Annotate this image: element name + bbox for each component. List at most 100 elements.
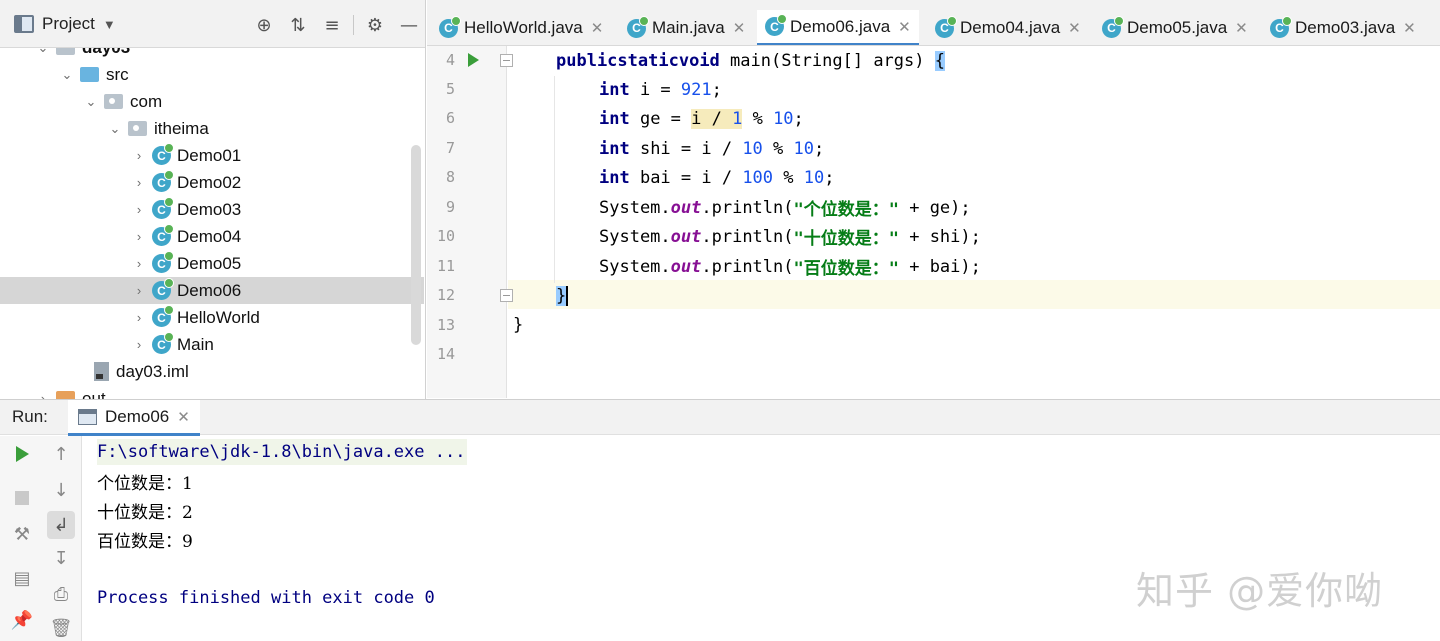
print-icon[interactable]: ⎙ <box>47 580 75 608</box>
gear-icon[interactable]: ⚙ <box>358 12 392 38</box>
java-class-icon: C <box>152 332 174 354</box>
tree-item-out[interactable]: › out <box>0 385 424 400</box>
close-icon[interactable]: ✕ <box>1403 19 1416 37</box>
tab-main-java[interactable]: C Main.java ✕ <box>627 10 746 45</box>
minimize-icon[interactable]: — <box>392 12 425 38</box>
code-token: % <box>773 167 804 188</box>
stop-icon[interactable] <box>8 484 36 512</box>
chevron-down-icon[interactable]: ⌄ <box>108 121 122 136</box>
locate-crosshair-icon[interactable]: ⊕ <box>247 12 281 38</box>
code-line-13[interactable]: } <box>513 310 523 339</box>
line-number: 8 <box>445 168 455 186</box>
tree-item-label: HelloWorld <box>177 307 260 327</box>
code-line-4[interactable]: public static void main(String[] args) { <box>556 46 945 75</box>
tree-item-demo02[interactable]: › C Demo02 <box>0 169 424 196</box>
tree-item-label: Demo03 <box>177 199 242 219</box>
run-panel-header: Run: Demo06 ✕ <box>0 399 1440 436</box>
tree-item-demo06[interactable]: › C Demo06 <box>0 277 424 304</box>
chevron-right-icon[interactable]: › <box>132 229 146 244</box>
project-panel-header: Project ▼ ⊕ ⇅ ≡ ⚙ — <box>0 0 425 48</box>
tree-item-com[interactable]: ⌄ com <box>0 88 424 115</box>
expand-all-icon[interactable]: ⇅ <box>281 12 315 38</box>
tab-demo04-java[interactable]: C Demo04.java ✕ <box>935 10 1081 45</box>
close-icon[interactable]: ✕ <box>1235 19 1248 37</box>
tree-item-label: src <box>106 64 129 84</box>
line-number: 6 <box>445 109 455 127</box>
pin-icon[interactable]: 📌 <box>8 606 36 634</box>
trash-icon[interactable]: 🗑 <box>47 614 75 641</box>
up-arrow-icon[interactable]: ↑ <box>47 440 75 468</box>
tree-item-demo01[interactable]: › C Demo01 <box>0 142 424 169</box>
code-editor[interactable]: 4 5 6 7 8 9 10 11 12 13 14 public static… <box>427 46 1440 398</box>
fold-icon[interactable] <box>500 289 513 302</box>
chevron-down-icon[interactable]: ⌄ <box>60 67 74 82</box>
soft-wrap-icon[interactable]: ↲ <box>47 511 75 539</box>
console-command-line: F:\software\jdk-1.8\bin\java.exe ... <box>97 439 468 465</box>
code-line-7[interactable]: int shi = i / 10 % 10; <box>599 134 824 163</box>
line-number: 12 <box>436 286 455 304</box>
run-tab-label: Demo06 <box>105 406 170 426</box>
down-arrow-icon[interactable]: ↓ <box>47 476 75 504</box>
tree-item-main[interactable]: › C Main <box>0 331 424 358</box>
code-line-12[interactable]: } <box>556 281 569 310</box>
tree-item-itheima[interactable]: ⌄ itheima <box>0 115 424 142</box>
project-scrollbar[interactable] <box>411 145 421 345</box>
code-token: System. <box>599 256 671 277</box>
chevron-right-icon[interactable]: › <box>132 202 146 217</box>
collapse-all-icon[interactable]: ≡ <box>315 12 349 38</box>
code-token: "十位数是：" <box>793 229 899 249</box>
dropdown-arrow-icon[interactable]: ▼ <box>103 17 116 32</box>
close-icon[interactable]: ✕ <box>733 19 746 37</box>
tree-item-label: com <box>130 91 163 111</box>
java-class-icon: C <box>152 170 174 192</box>
layout-icon[interactable]: ▤ <box>8 564 36 592</box>
code-token: + shi); <box>898 226 981 247</box>
tree-item-helloworld[interactable]: › C HelloWorld <box>0 304 424 331</box>
code-token: % <box>762 138 794 159</box>
code-line-10[interactable]: System. out .println("十位数是：" + shi); <box>599 222 981 251</box>
code-token: out <box>670 256 702 277</box>
code-token: i / <box>691 108 733 129</box>
tab-helloworld-java[interactable]: C HelloWorld.java ✕ <box>439 10 604 45</box>
project-view-selector[interactable]: Project ▼ <box>14 12 116 36</box>
code-line-9[interactable]: System. out .println("个位数是：" + ge); <box>599 193 971 222</box>
code-token: i = <box>629 79 681 100</box>
tab-demo06-java[interactable]: C Demo06.java ✕ <box>757 10 919 45</box>
tree-item-src[interactable]: ⌄ src <box>0 61 424 88</box>
chevron-right-icon[interactable]: › <box>132 283 146 298</box>
close-icon[interactable]: ✕ <box>898 18 911 36</box>
tab-demo03-java[interactable]: C Demo03.java ✕ <box>1270 10 1416 45</box>
tab-label: HelloWorld.java <box>464 18 583 37</box>
run-tab-demo06[interactable]: Demo06 ✕ <box>68 400 200 436</box>
java-class-icon: C <box>765 14 787 36</box>
console-output-line: 个位数是：1 <box>97 473 193 494</box>
code-line-8[interactable]: int bai = i / 100 % 10; <box>599 163 834 192</box>
close-icon[interactable]: ✕ <box>591 19 604 37</box>
tab-demo05-java[interactable]: C Demo05.java ✕ <box>1102 10 1248 45</box>
scroll-to-end-icon[interactable]: ↧ <box>47 544 75 572</box>
chevron-down-icon[interactable]: ⌄ <box>84 94 98 109</box>
current-line-highlight <box>508 280 1440 309</box>
run-gutter-icon[interactable] <box>468 53 479 67</box>
debug-bug-icon[interactable]: ⚒ <box>8 520 36 548</box>
chevron-right-icon[interactable]: › <box>132 337 146 352</box>
chevron-right-icon[interactable]: › <box>132 310 146 325</box>
rerun-play-icon[interactable] <box>8 440 36 468</box>
code-token: shi = i / <box>629 138 743 159</box>
chevron-right-icon[interactable]: › <box>132 148 146 163</box>
fold-icon[interactable] <box>500 54 513 67</box>
tree-item-label: day03.iml <box>116 361 189 381</box>
close-icon[interactable]: ✕ <box>177 408 190 426</box>
chevron-right-icon[interactable]: › <box>132 256 146 271</box>
code-line-6[interactable]: int ge = i / 1 % 10; <box>599 104 804 133</box>
tree-item-demo03[interactable]: › C Demo03 <box>0 196 424 223</box>
tree-item-demo05[interactable]: › C Demo05 <box>0 250 424 277</box>
chevron-right-icon[interactable]: › <box>132 175 146 190</box>
code-token: void <box>678 50 720 71</box>
code-line-11[interactable]: System. out .println("百位数是：" + bai); <box>599 252 981 281</box>
tree-item-iml[interactable]: day03.iml <box>0 358 424 385</box>
code-line-5[interactable]: int i = 921; <box>599 75 722 104</box>
tree-item-demo04[interactable]: › C Demo04 <box>0 223 424 250</box>
code-token: ge = <box>629 108 692 129</box>
close-icon[interactable]: ✕ <box>1068 19 1081 37</box>
